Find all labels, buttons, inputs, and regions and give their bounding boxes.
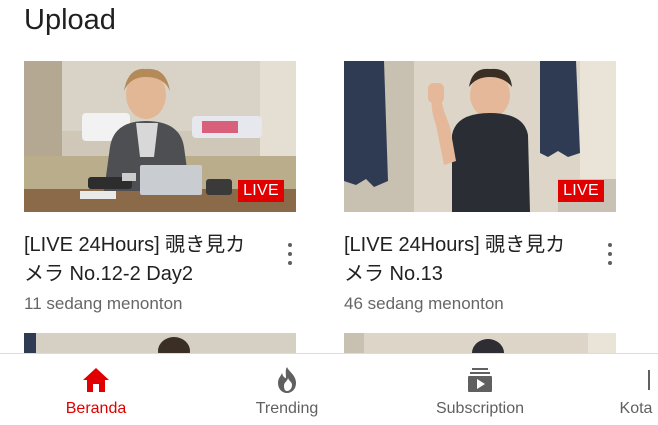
nav-item-trending[interactable]: Trending [237,354,337,425]
more-vert-icon[interactable] [284,241,296,267]
live-badge: LIVE [238,180,284,202]
more-vert-icon[interactable] [604,241,616,267]
video-card[interactable]: LIVE [LIVE 24Hours] 覗き見カメラ No.13 46 seda… [344,61,616,314]
nav-label: Subscription [435,400,525,417]
subscriptions-icon [465,366,495,394]
nav-label: Trending [255,400,319,417]
viewer-count: 11 sedang menonton [24,294,183,313]
section-title: Upload [24,4,116,36]
thumbnail-image [24,333,296,355]
nav-item-subscription[interactable]: Subscription [420,354,540,425]
home-icon [81,366,111,394]
thumbnail-image [344,333,616,355]
live-badge: LIVE [558,180,604,202]
video-thumbnail[interactable]: LIVE [24,61,296,212]
nav-item-beranda[interactable]: Beranda [46,354,146,425]
inbox-icon [621,366,651,394]
video-thumbnail[interactable] [344,333,616,355]
viewer-count: 46 sedang menonton [344,294,504,313]
nav-label: Beranda [65,400,127,417]
video-title[interactable]: [LIVE 24Hours] 覗き見カメラ No.13 [344,231,576,289]
nav-item-kota[interactable]: Kota [606,354,658,425]
video-title[interactable]: [LIVE 24Hours] 覗き見カメラ No.12-2 Day2 [24,231,256,289]
nav-label: Kota [619,400,653,417]
video-card[interactable]: LIVE [LIVE 24Hours] 覗き見カメラ No.12-2 Day2 … [24,61,296,314]
flame-icon [272,366,302,394]
video-thumbnail[interactable]: LIVE [344,61,616,212]
bottom-navigation: Beranda Trending Subscription Kota [0,353,658,425]
video-thumbnail[interactable] [24,333,296,355]
